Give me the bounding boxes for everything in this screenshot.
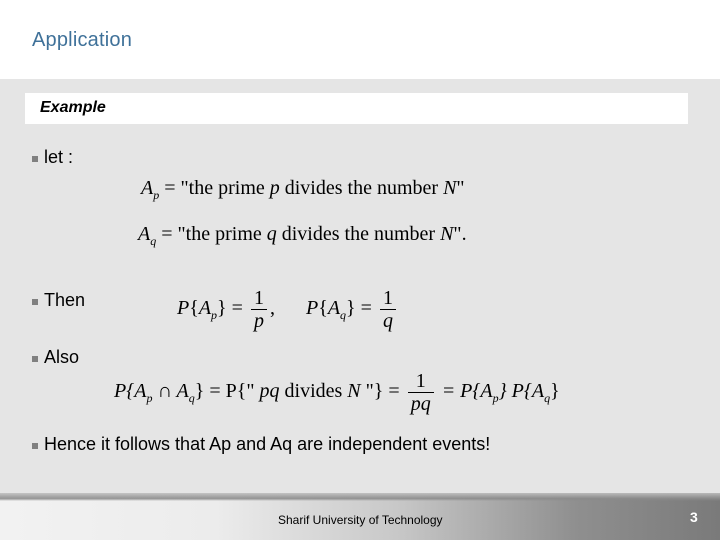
eq-text: } [346, 297, 356, 320]
bullet-text: let : [44, 147, 74, 167]
eq-text: ∩ A [152, 380, 189, 403]
eq-text: } P{A [498, 380, 545, 403]
eq-text: { [189, 297, 199, 320]
bullet-square-icon [32, 355, 38, 362]
eq-text: , [269, 297, 275, 320]
equation-prob-aq: P{Aq} = 1q [306, 287, 399, 332]
equation-prob-ap: P{Ap} = 1p, [177, 287, 275, 332]
bullet-text: Also [44, 347, 80, 367]
fraction-denominator: p [253, 310, 264, 332]
eq-symbol: A [141, 177, 154, 199]
page-number: 3 [690, 509, 698, 525]
fraction-numerator: 1 [253, 287, 264, 309]
footer-divider [0, 493, 720, 501]
eq-var: N [443, 177, 457, 199]
eq-text: = [226, 297, 248, 320]
eq-symbol: P [177, 297, 190, 320]
section-label: Example [40, 99, 106, 116]
eq-symbol: P [306, 297, 319, 320]
bullet-square-icon [32, 155, 38, 162]
equation-joint: P{Ap ∩ Aq} = P{" pq divides N "} = 1 pq =… [114, 370, 560, 415]
footer-institution: Sharif University of Technology [278, 513, 443, 527]
slide-title: Application [32, 29, 133, 51]
fraction-numerator: 1 [382, 287, 393, 309]
bullet-item: Then [32, 290, 85, 311]
eq-var: pq [259, 380, 280, 403]
section-header-bar: Example [25, 93, 688, 124]
eq-text: } = P{" [194, 380, 260, 403]
content-area: Example [0, 79, 720, 493]
fraction-denominator: pq [410, 393, 431, 415]
eq-text: divides the number [276, 223, 441, 245]
eq-text: = P{A [436, 380, 493, 403]
eq-text: = [355, 297, 377, 320]
eq-text: divides [279, 380, 348, 403]
eq-var: q [266, 223, 277, 245]
eq-symbol: A [198, 297, 212, 320]
eq-text: } [550, 380, 560, 403]
fraction: 1p [250, 287, 267, 332]
eq-var: N [440, 223, 454, 245]
eq-text: P{A [114, 380, 147, 403]
eq-text: ". [453, 223, 467, 245]
bullet-square-icon [32, 442, 38, 449]
eq-var: p [269, 177, 280, 199]
equation-def-aq: Aq = "the prime q divides the number N". [138, 223, 467, 249]
fraction: 1 pq [407, 370, 434, 415]
eq-symbol: A [138, 223, 151, 245]
bullet-item: let : [32, 147, 73, 168]
equation-def-ap: Ap = "the prime p divides the number N" [141, 177, 465, 203]
bullet-item: Hence it follows that Ap and Aq are inde… [32, 434, 490, 455]
bullet-text: Then [44, 290, 86, 310]
eq-text: " [456, 177, 465, 199]
eq-text: } [217, 297, 227, 320]
eq-symbol: A [327, 297, 341, 320]
eq-text: divides the number [279, 177, 444, 199]
eq-var: N [347, 380, 361, 403]
eq-text: = "the prime [156, 223, 267, 245]
bullet-item: Also [32, 347, 79, 368]
eq-text: { [318, 297, 328, 320]
eq-text: "} = [360, 380, 405, 403]
fraction-denominator: q [382, 310, 393, 332]
fraction: 1q [379, 287, 396, 332]
bullet-text: Hence it follows that Ap and Aq are inde… [44, 434, 491, 454]
fraction-numerator: 1 [415, 370, 426, 392]
bullet-square-icon [32, 298, 38, 305]
slide-footer: Sharif University of Technology 3 [0, 493, 720, 540]
eq-text: = "the prime [159, 177, 270, 199]
